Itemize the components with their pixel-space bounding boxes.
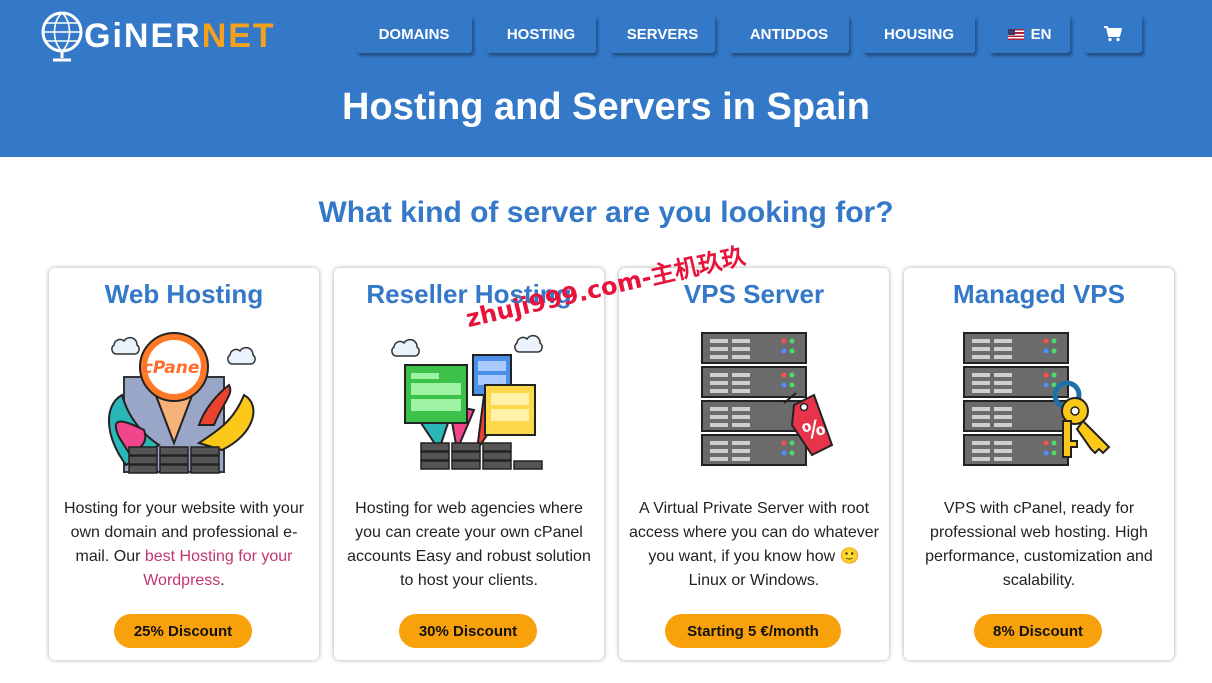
managed-vps-illustration xyxy=(963,332,1111,466)
nav-label: HOSTING xyxy=(506,25,576,43)
hero-title: Hosting and Servers in Spain xyxy=(342,86,870,128)
nav-housing[interactable]: HOUSING xyxy=(863,15,975,53)
cpanel-hosting-illustration: cPanel xyxy=(108,332,256,474)
nav-cart-button[interactable] xyxy=(1084,15,1142,53)
reseller-hosting-illustration xyxy=(391,334,543,470)
discount-badge-button[interactable]: 8% Discount xyxy=(974,614,1102,648)
us-flag-icon xyxy=(1007,28,1024,40)
nav-hosting[interactable]: HOSTING xyxy=(486,15,596,53)
price-badge-button[interactable]: Starting 5 €/month xyxy=(665,614,841,648)
card-vps-server[interactable]: VPS Server % A Virtual Private Server wi… xyxy=(619,268,889,660)
nav-label: DOMAINS xyxy=(378,25,450,43)
globe-logo-icon xyxy=(41,11,83,62)
card-web-hosting[interactable]: Web Hosting cPanel Hosting for your webs… xyxy=(49,268,319,660)
card-title: Web Hosting xyxy=(104,279,264,309)
cpanel-logo-text: cPanel xyxy=(143,358,207,378)
language-label: EN xyxy=(1030,25,1052,43)
nav-language-selector[interactable]: EN xyxy=(989,15,1070,53)
discount-badge-button[interactable]: 25% Discount xyxy=(114,614,252,648)
cart-icon xyxy=(1104,26,1122,42)
discount-badge-button[interactable]: 30% Discount xyxy=(399,614,537,648)
card-description: Hosting for web agencies where you can c… xyxy=(347,500,591,589)
site-header: GiNERNET DOMAINS HOSTING SERVERS ANTIDDO… xyxy=(0,0,1212,157)
smile-emoji-icon: 🙂 xyxy=(839,548,860,565)
nav-domains[interactable]: DOMAINS xyxy=(356,15,472,53)
best-wordpress-hosting-link[interactable]: best Hosting for your Wordpress xyxy=(143,548,292,589)
card-description: VPS with cPanel, ready for professional … xyxy=(925,500,1153,589)
nav-label: HOUSING xyxy=(883,25,954,43)
card-description: Hosting for your website with your own d… xyxy=(63,500,305,589)
site-logo[interactable]: GiNERNET xyxy=(40,4,274,64)
nav-label: SERVERS xyxy=(626,25,699,43)
logo-wordmark: GiNERNET xyxy=(84,17,276,55)
nav-servers[interactable]: SERVERS xyxy=(610,15,715,53)
vps-server-illustration: % xyxy=(701,332,834,466)
card-title: Managed VPS xyxy=(953,279,1125,309)
card-managed-vps[interactable]: Managed VPS VPS with cPanel, ready for p… xyxy=(904,268,1174,660)
nav-antiddos[interactable]: ANTIDDOS xyxy=(729,15,849,53)
nav-label: ANTIDDOS xyxy=(749,25,829,43)
card-description: A Virtual Private Server with root acces… xyxy=(629,500,879,589)
section-title: What kind of server are you looking for? xyxy=(318,196,894,229)
